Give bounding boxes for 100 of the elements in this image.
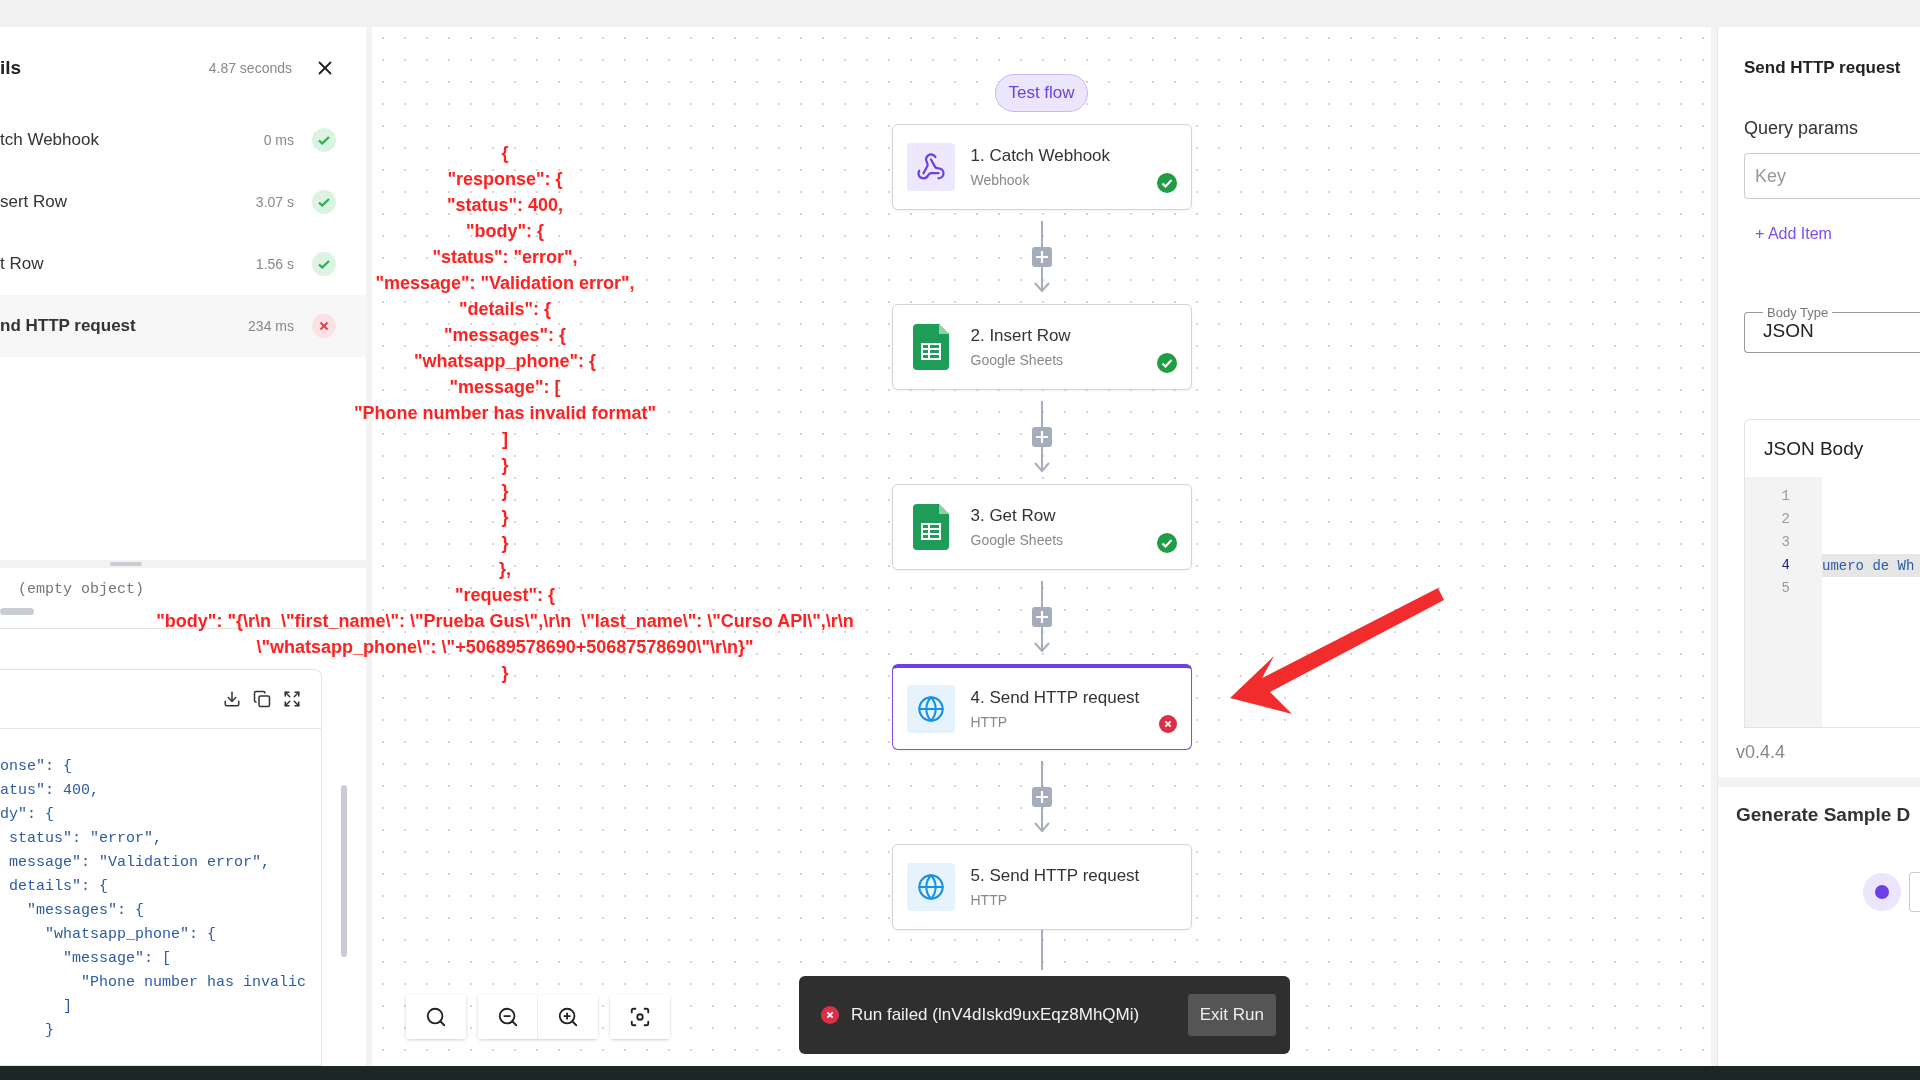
step-time: 234 ms xyxy=(248,318,294,334)
connector-arrow xyxy=(1030,401,1053,473)
code-line: "messages": { xyxy=(26,901,146,921)
spreadsheet-icon xyxy=(912,504,949,550)
focus-frame-icon xyxy=(629,1006,651,1028)
zoom-in-icon xyxy=(557,1006,579,1028)
annotation-text: "message": "Validation error", xyxy=(375,272,635,295)
annotation-text: "whatsapp_phone": { xyxy=(413,350,597,373)
step-time: 1.56 s xyxy=(255,256,294,272)
globe-icon xyxy=(916,694,945,723)
annotation-text: } xyxy=(501,480,509,503)
step-app: HTTP xyxy=(970,892,1009,908)
flow-step-card[interactable]: 2. Insert Row Google Sheets xyxy=(891,304,1192,390)
annotation-text: "message": [ xyxy=(449,376,561,399)
connector-arrow xyxy=(1030,221,1053,293)
add-item-link[interactable]: + Add Item xyxy=(1755,225,1920,243)
code-line: atus": 400, xyxy=(0,781,101,801)
query-params-label: Query params xyxy=(1744,118,1860,139)
run-duration: 4.87 seconds xyxy=(208,60,292,76)
code-line: "whatsapp_phone": { xyxy=(44,925,218,945)
annotation-text: "status": 400, xyxy=(446,194,564,217)
scrollbar-thumb[interactable] xyxy=(341,785,347,957)
annotation-text: \"whatsapp_phone\": \"+50689578690+50687578690\"\r\n}" xyxy=(256,636,754,659)
copy-icon[interactable] xyxy=(253,690,271,708)
globe-icon xyxy=(916,873,945,901)
connector-arrow xyxy=(1030,581,1053,653)
flow-step-card[interactable]: 3. Get Row Google Sheets xyxy=(891,484,1192,570)
toast-message: Run failed (lnV4dIskd9uxEqz8MhQMi) xyxy=(851,1005,1141,1025)
test-flow-button[interactable]: Test flow xyxy=(995,74,1088,112)
annotation-text: ] xyxy=(502,428,508,451)
code-line: details": { xyxy=(8,877,110,897)
flow-step-card[interactable]: 5. Send HTTP request HTTP xyxy=(891,844,1192,930)
annotation-text: "body": { xyxy=(465,220,545,243)
annotation-text: } xyxy=(501,454,509,477)
annotation-text: "body": "{\r\n \"first_name\": \"Prueba Gus\",\r\n \"last_name\": \"Curso API\",\r\n xyxy=(156,610,854,633)
connector-line xyxy=(1039,930,1044,970)
zoom-out-icon xyxy=(496,1006,519,1028)
step-app: Google Sheets xyxy=(970,532,1064,548)
flow-step-card[interactable]: 4. Send HTTP request HTTP xyxy=(891,664,1192,750)
step-title: 4. Send HTTP request xyxy=(970,687,1140,708)
code-line: status": "error", xyxy=(8,829,164,849)
step-time: 0 ms xyxy=(263,132,294,148)
search-icon xyxy=(425,1006,447,1028)
flow-step-card[interactable]: 1. Catch Webhook Webhook xyxy=(891,124,1192,210)
spreadsheet-icon xyxy=(912,324,949,370)
version-label: v0.4.4 xyxy=(1736,741,1787,764)
code-line: ] xyxy=(62,997,73,1017)
code-line: umero de Wh xyxy=(1822,557,1915,574)
step-title: 5. Send HTTP request xyxy=(970,866,1140,886)
resize-handle[interactable] xyxy=(110,562,142,566)
annotation-text: }, xyxy=(499,558,511,581)
step-app: Google Sheets xyxy=(970,352,1065,368)
key-input[interactable]: Key xyxy=(1744,153,1920,199)
annotation-text: } xyxy=(501,506,509,529)
line-number: 2 xyxy=(1780,510,1790,529)
error-icon xyxy=(821,1006,839,1024)
annotation-text: { xyxy=(501,142,509,165)
step-row[interactable]: tch Webhook 0 ms xyxy=(0,109,366,171)
body-type-select[interactable]: Body Type JSON xyxy=(1744,305,1920,353)
step-app: Webhook xyxy=(970,172,1031,188)
code-line: "Phone number has invalic xyxy=(80,973,308,993)
connector-arrow xyxy=(1030,761,1053,833)
code-line: dy": { xyxy=(0,805,55,825)
line-number: 1 xyxy=(1780,487,1790,506)
line-number: 3 xyxy=(1780,533,1790,552)
step-name: nd HTTP request xyxy=(0,316,137,336)
step-title: 3. Get Row xyxy=(970,506,1057,526)
empty-object-text: (empty object) xyxy=(17,581,146,598)
code-line: onse": { xyxy=(0,757,73,777)
editor-title: JSON Body xyxy=(1763,437,1865,461)
exit-run-button[interactable]: Exit Run xyxy=(1187,994,1276,1036)
scrollbar-thumb[interactable] xyxy=(0,608,34,615)
code-line: message": "Validation error", xyxy=(8,853,272,873)
step-app: HTTP xyxy=(970,713,1009,730)
step-title: 1. Catch Webhook xyxy=(970,146,1111,166)
expand-icon[interactable] xyxy=(283,690,301,708)
annotation-text: "details": { xyxy=(458,298,552,321)
step-row[interactable]: nd HTTP request 234 ms xyxy=(0,295,366,357)
zoom-out-button[interactable] xyxy=(478,995,538,1039)
radio-button[interactable] xyxy=(1863,873,1901,911)
annotation-text: } xyxy=(501,532,509,555)
annotation-text: "status": "error", xyxy=(432,246,578,269)
code-line: "message": [ xyxy=(62,949,173,969)
annotation-text: "Phone number has invalid format" xyxy=(353,402,657,425)
line-number: 5 xyxy=(1780,579,1790,598)
reset-zoom-button[interactable] xyxy=(406,995,466,1039)
step-name: sert Row xyxy=(0,192,69,212)
step-row[interactable]: sert Row 3.07 s xyxy=(0,171,366,233)
webhook-icon xyxy=(915,152,946,182)
annotation-text: } xyxy=(501,662,509,685)
panel-title: ils xyxy=(0,57,23,79)
zoom-in-button[interactable] xyxy=(538,995,598,1039)
line-number: 4 xyxy=(1780,556,1790,575)
annotation-text: "request": { xyxy=(454,584,556,607)
step-row[interactable]: t Row 1.56 s xyxy=(0,233,366,295)
step-name: t Row xyxy=(0,254,45,274)
download-icon[interactable] xyxy=(223,690,241,708)
annotation-text: "response": { xyxy=(447,168,563,191)
section-title: Generate Sample D xyxy=(1736,804,1912,826)
fit-view-button[interactable] xyxy=(610,995,670,1039)
